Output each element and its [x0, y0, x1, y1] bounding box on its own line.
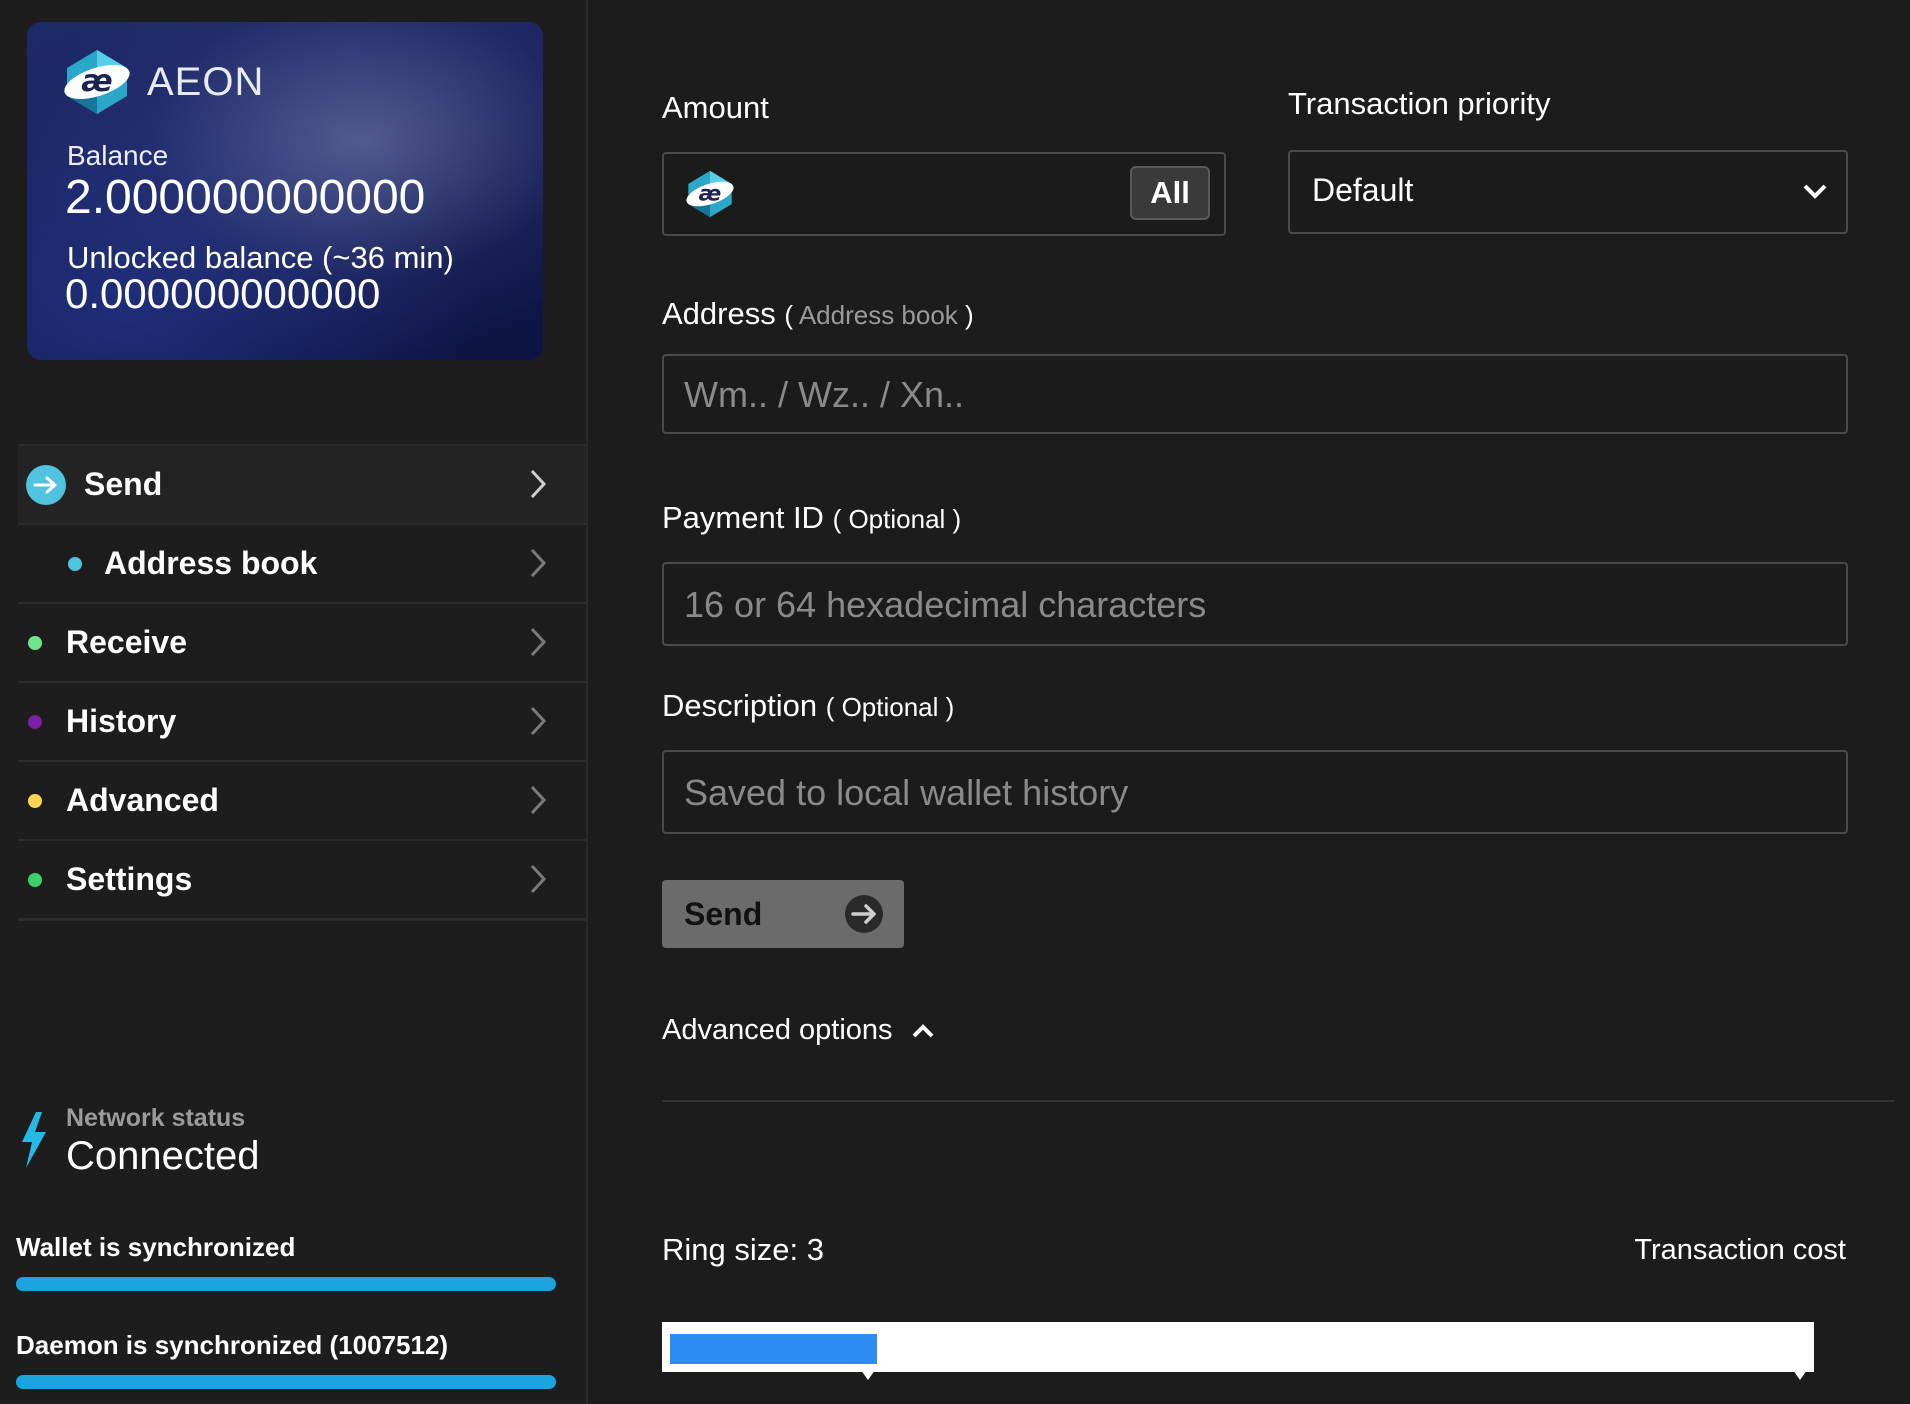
address-book-paren-close: ) [957, 300, 974, 330]
payment-id-placeholder: 16 or 64 hexadecimal characters [684, 584, 1207, 625]
priority-value: Default [1312, 172, 1414, 208]
dot-icon [28, 714, 42, 729]
payment-id-hint: ( Optional ) [832, 504, 962, 534]
address-placeholder: Wm.. / Wz.. / Xn.. [684, 374, 965, 415]
arrow-right-circle-icon [845, 895, 883, 933]
description-hint: ( Optional ) [825, 692, 955, 722]
dot-icon [68, 556, 82, 571]
nav-item-advanced[interactable]: Advanced [18, 760, 586, 839]
address-input[interactable]: Wm.. / Wz.. / Xn.. [662, 354, 1848, 434]
transaction-cost-slider[interactable] [662, 1322, 1814, 1380]
address-book-link[interactable]: Address book [799, 300, 958, 330]
description-label: Description [662, 688, 818, 723]
nav-label-address-book: Address book [104, 545, 318, 581]
chevron-right-icon [530, 706, 547, 736]
svg-text:æ: æ [81, 64, 112, 99]
network-status-value: Connected [66, 1134, 260, 1178]
balance-value: 2.000000000000 [65, 171, 426, 224]
chevron-up-icon [912, 1023, 933, 1037]
transaction-cost-slider-fill [670, 1334, 877, 1364]
nav-item-send[interactable]: Send [18, 444, 586, 523]
send-button-label: Send [684, 896, 763, 932]
address-label: Address [662, 296, 776, 331]
daemon-sync-label: Daemon is synchronized (1007512) [16, 1330, 449, 1360]
brand-name: AEON [147, 60, 265, 104]
nav-item-receive[interactable]: Receive [18, 602, 586, 681]
nav-label-receive: Receive [66, 624, 187, 660]
nav-item-settings[interactable]: Settings [18, 839, 586, 921]
divider [662, 1100, 1894, 1102]
advanced-options-label: Advanced options [662, 1014, 893, 1046]
dot-icon [28, 793, 42, 808]
wallet-sync-progress [16, 1277, 556, 1291]
send-form: Amount æ All Transaction priority Defaul… [588, 0, 1910, 1404]
svg-text:æ: æ [699, 182, 722, 207]
all-button[interactable]: All [1130, 166, 1210, 220]
chevron-down-icon [1803, 184, 1827, 199]
payment-id-input[interactable]: 16 or 64 hexadecimal characters [662, 562, 1848, 646]
nav-item-history[interactable]: History [18, 681, 586, 760]
description-label-row: Description ( Optional ) [662, 688, 954, 724]
dot-icon [28, 635, 42, 650]
description-input[interactable]: Saved to local wallet history [662, 750, 1848, 834]
amount-input[interactable]: æ All [662, 152, 1226, 236]
chevron-right-icon [530, 469, 547, 499]
dot-icon [28, 872, 42, 887]
address-label-row: Address ( Address book ) [662, 296, 974, 332]
chevron-right-icon [530, 785, 547, 815]
amount-label: Amount [662, 90, 769, 125]
chevron-right-icon [530, 627, 547, 657]
advanced-options-toggle[interactable]: Advanced options [662, 1014, 935, 1047]
description-placeholder: Saved to local wallet history [684, 772, 1129, 813]
balance-card: æ AEON Balance 2.000000000000 Unlocked b… [27, 22, 543, 360]
nav-label-history: History [66, 703, 177, 739]
balance-label: Balance [67, 140, 169, 171]
nav-label-send: Send [84, 466, 163, 502]
chevron-right-icon [530, 864, 547, 894]
nav-item-address-book[interactable]: Address book [18, 523, 586, 602]
aeon-logo-icon: æ [64, 50, 130, 114]
transaction-cost-label: Transaction cost [1634, 1234, 1846, 1266]
network-status-label: Network status [66, 1104, 246, 1132]
payment-id-label: Payment ID [662, 500, 824, 535]
daemon-sync: Daemon is synchronized (1007512) [16, 1330, 556, 1389]
aeon-coin-icon: æ [686, 170, 734, 218]
nav-label-advanced: Advanced [66, 782, 219, 818]
slider-handle-icon[interactable] [1790, 1366, 1810, 1380]
wallet-sync: Wallet is synchronized [16, 1232, 556, 1291]
send-arrow-icon [26, 464, 66, 505]
address-book-paren-open: ( [784, 300, 799, 330]
chevron-right-icon [530, 548, 547, 578]
daemon-sync-progress [16, 1375, 556, 1389]
priority-label: Transaction priority [1288, 86, 1551, 121]
nav-label-settings: Settings [66, 861, 193, 897]
nav-menu: Send Address book Receive History Advanc… [18, 444, 586, 921]
slider-handle-icon[interactable] [858, 1366, 878, 1380]
payment-id-label-row: Payment ID ( Optional ) [662, 500, 961, 536]
sidebar: æ AEON Balance 2.000000000000 Unlocked b… [0, 0, 588, 1404]
lightning-bolt-icon [22, 1112, 46, 1168]
unlocked-balance-value: 0.000000000000 [65, 270, 381, 317]
wallet-sync-label: Wallet is synchronized [16, 1232, 296, 1262]
send-button[interactable]: Send [662, 880, 904, 948]
priority-select[interactable]: Default [1288, 150, 1848, 234]
ring-size: Ring size: 3 [662, 1232, 824, 1267]
